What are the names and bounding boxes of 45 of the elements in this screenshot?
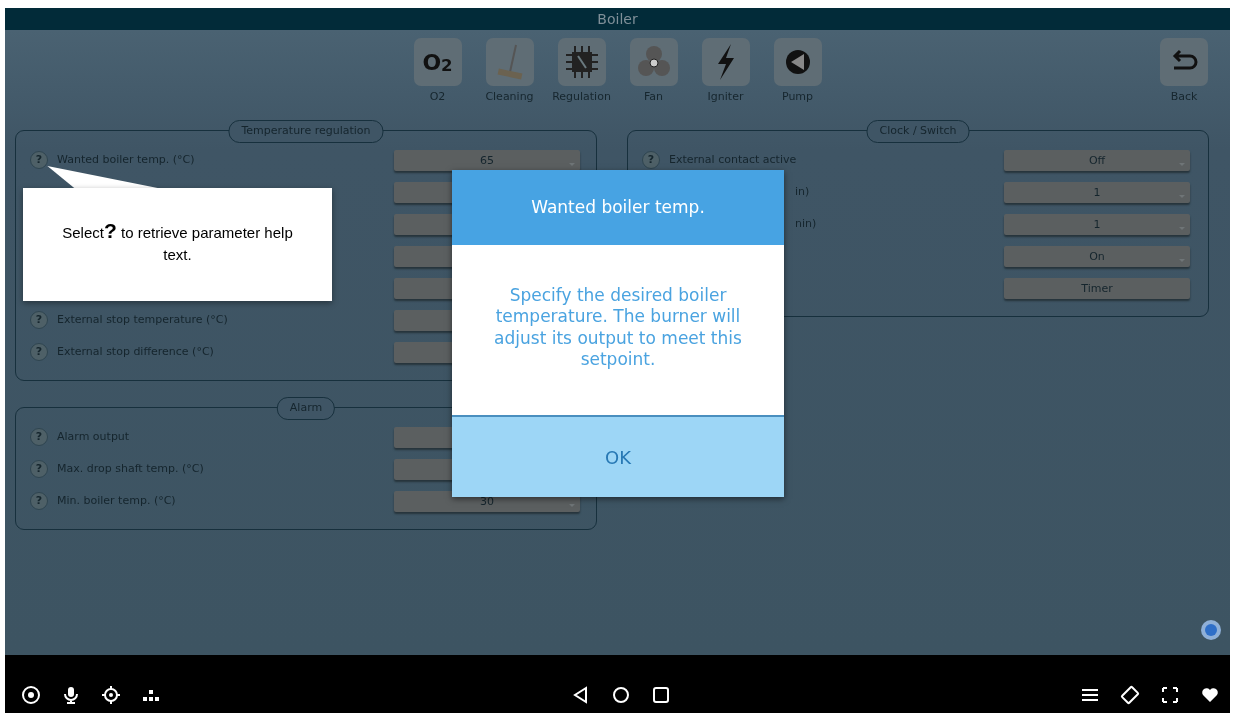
expand-icon[interactable] <box>1160 685 1180 705</box>
dropdown[interactable]: 1 <box>1004 181 1190 203</box>
dropdown[interactable]: 1 <box>1004 213 1190 235</box>
help-icon[interactable]: ? <box>30 492 48 510</box>
back-icon <box>1160 38 1208 86</box>
panel-title: Alarm <box>276 397 336 420</box>
help-icon[interactable]: ? <box>642 151 660 169</box>
help-icon[interactable]: ? <box>30 151 48 169</box>
toolbar-button[interactable]: Regulation <box>553 38 610 106</box>
help-icon[interactable]: ? <box>30 343 48 361</box>
parameter-label: External contact active <box>669 151 798 168</box>
lightning-icon <box>701 38 750 86</box>
recents-icon[interactable] <box>650 685 671 705</box>
parameter-label: in) <box>794 183 811 200</box>
floating-assistant-icon[interactable] <box>1200 619 1222 641</box>
parameter-label: nin) <box>794 215 818 232</box>
dialog-message: Specify the desired boiler temperature. The burner will adjust its output to meet this setpoint. <box>452 245 784 415</box>
help-icon[interactable]: ? <box>30 428 48 446</box>
help-icon[interactable]: ? <box>30 311 48 329</box>
oxygen-icon: O$_{2}$ <box>413 38 462 86</box>
heart-icon[interactable] <box>1200 685 1220 705</box>
dialog-title: Wanted boiler temp. <box>452 170 784 245</box>
home-icon[interactable] <box>610 685 631 705</box>
dropdown[interactable]: Off <box>1004 149 1190 171</box>
dropdown[interactable]: 65 <box>394 149 580 171</box>
fan-icon <box>629 38 678 86</box>
ok-button[interactable]: OK <box>452 415 784 497</box>
microphone-icon[interactable] <box>61 685 81 705</box>
dropdown[interactable]: On <box>1004 245 1190 267</box>
toolbar-button[interactable]: O$_{2}$ O2 <box>409 38 466 106</box>
toolbar-button[interactable]: Igniter <box>697 38 754 106</box>
pump-icon <box>773 38 822 86</box>
toolbar-button[interactable]: Cleaning <box>481 38 538 106</box>
panel-title: Clock / Switch <box>866 120 970 143</box>
window-title: Boiler <box>5 8 1230 30</box>
toolbar-button[interactable]: Fan <box>625 38 682 106</box>
broom-icon <box>485 38 534 86</box>
rotate-icon[interactable] <box>1120 685 1140 705</box>
chip-icon <box>557 38 606 86</box>
back-button[interactable]: Back <box>1156 38 1212 106</box>
target-icon[interactable] <box>21 685 41 705</box>
crosshair-icon[interactable] <box>101 685 121 705</box>
toolbar-button[interactable]: Pump <box>769 38 826 106</box>
timer-button[interactable]: Timer <box>1004 277 1190 299</box>
help-icon[interactable]: ? <box>30 460 48 478</box>
